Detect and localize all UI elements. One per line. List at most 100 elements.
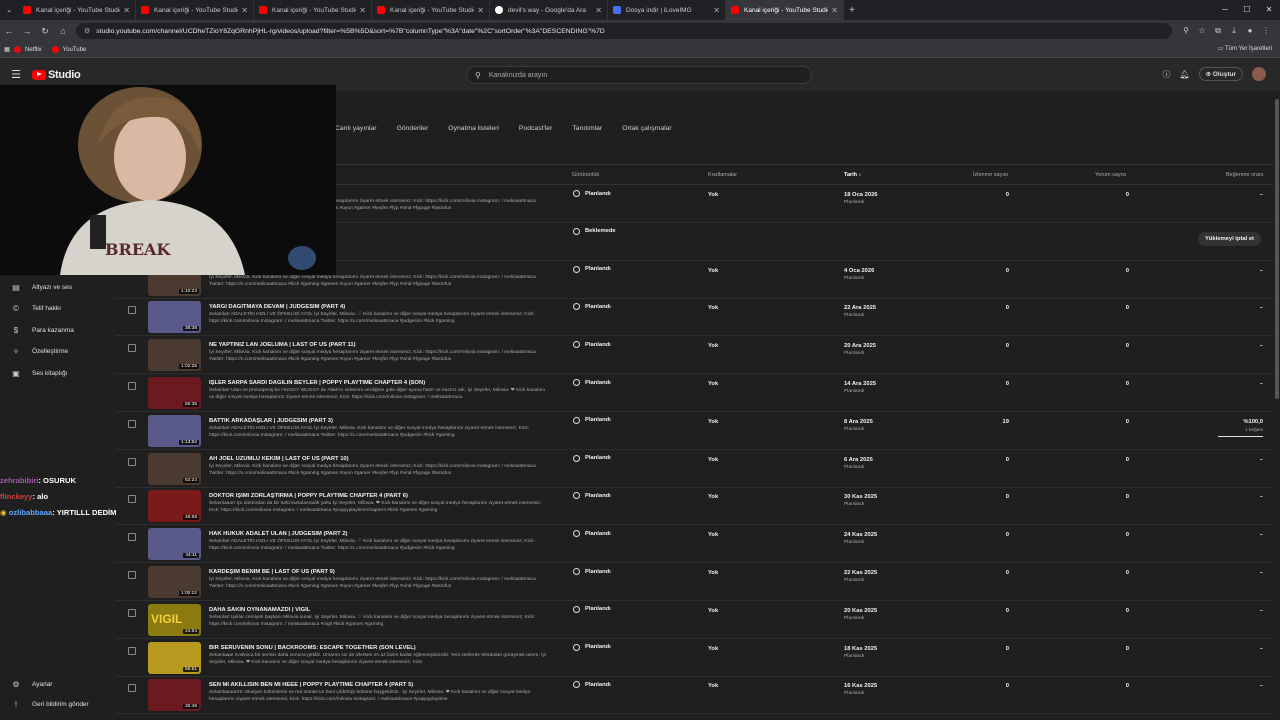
video-title[interactable]: DOKTOR İŞİMİ ZORLAŞTIRMA | POPPY PLAYTİM… <box>209 493 559 499</box>
video-thumbnail[interactable]: 53:24 <box>148 452 201 485</box>
bookmark-netflix[interactable]: Netflix <box>14 46 42 53</box>
browser-tab[interactable]: Kanal içeriği - YouTube Studio ✕ <box>372 0 490 20</box>
col-visibility[interactable]: Görünürlük <box>572 172 599 178</box>
browser-tab[interactable]: Dosya indir | iLoveIMG ✕ <box>608 0 726 20</box>
row-checkbox[interactable] <box>128 382 136 390</box>
video-thumbnail[interactable]: 46:59 <box>148 490 201 523</box>
table-row[interactable]: 35:46 SEN Mİ AKILLISIN BEN Mİ HEEE | POPP… <box>115 676 1273 715</box>
browser-tab[interactable]: Kanal içeriği - YouTube Studio ✕ <box>18 0 136 20</box>
notifications-bell-icon[interactable]: 🔔︎ <box>1179 70 1189 79</box>
video-thumbnail[interactable]: 44:11 <box>148 528 201 561</box>
sidebar-item[interactable]: © Telif hakkı <box>0 298 115 318</box>
row-checkbox[interactable] <box>128 571 136 579</box>
browser-tab[interactable]: Kanal içeriği - YouTube Studio ✕ <box>726 0 844 20</box>
bookmark-youtube[interactable]: YouTube <box>51 46 86 53</box>
visibility-status[interactable]: Planlandı <box>573 416 611 424</box>
forward-icon[interactable]: → <box>18 26 36 36</box>
close-tab-icon[interactable]: ✕ <box>595 6 602 15</box>
table-row[interactable]: 44:11 HAK HUKUK ADALET ULAN | JUDGESIM (P… <box>115 525 1273 564</box>
sidebar-item[interactable]: ▣ Ses kitaplığı <box>0 363 115 383</box>
video-thumbnail[interactable]: 38:38 <box>148 301 201 334</box>
zoom-icon[interactable]: ⚲ <box>1178 26 1194 36</box>
row-checkbox[interactable] <box>128 457 136 466</box>
bookmark-star-icon[interactable]: ☆ <box>1194 26 1210 36</box>
video-thumbnail[interactable]: 1:13:52 <box>148 414 201 447</box>
back-icon[interactable]: ← <box>0 26 18 36</box>
content-tab[interactable]: Ortak çalışmalar <box>622 125 671 132</box>
maximize-icon[interactable]: ☐ <box>1236 0 1258 20</box>
close-tab-icon[interactable]: ✕ <box>831 6 838 15</box>
visibility-status[interactable]: Planlandı <box>573 303 611 311</box>
visibility-status[interactable]: Planlandı <box>573 568 611 575</box>
table-row[interactable]: 1:00:22 KARDEŞİM BENİM BE | LAST OF US (P… <box>115 563 1273 601</box>
row-checkbox[interactable] <box>128 646 136 655</box>
visibility-status[interactable]: Planlandı <box>573 341 611 349</box>
close-tab-icon[interactable]: ✕ <box>713 6 720 15</box>
studio-logo[interactable]: Studio <box>32 69 81 81</box>
video-title[interactable]: SEN Mİ AKILLISIN BEN Mİ HEEE | POPPY PLA… <box>209 682 559 688</box>
video-title[interactable]: BATTIK ARKADAŞLAR | JUDGESIM (PART 3) <box>209 418 559 424</box>
table-row[interactable]: 56:35 İŞLER SARPA SARDI DAĞILIN BEYLER | … <box>115 374 1273 412</box>
all-bookmarks[interactable]: ▭ Tüm Yer İşaretleri <box>1218 45 1272 52</box>
profile-icon[interactable]: ● <box>1242 26 1258 36</box>
avatar[interactable] <box>1252 67 1266 81</box>
url-input[interactable]: ⚙ studio.youtube.com/channel/UCDheTZioY8… <box>76 23 1172 39</box>
content-tab[interactable]: Tanıtımlar <box>572 125 602 132</box>
sidebar-item[interactable]: ⚙ Ayarlar <box>0 674 115 694</box>
tab-search-icon[interactable]: ⌄ <box>0 6 18 14</box>
video-title[interactable]: BİR SERÜVENİN SONU | BACKROOMS: ESCAPE T… <box>209 645 559 651</box>
reload-icon[interactable]: ↻ <box>36 26 54 37</box>
content-tab[interactable]: Podcast'ler <box>519 125 552 132</box>
video-thumbnail[interactable]: 1:00:22 <box>148 566 201 598</box>
row-checkbox[interactable] <box>128 419 136 428</box>
row-checkbox[interactable] <box>128 495 136 504</box>
video-thumbnail[interactable]: 1:02:25 <box>148 339 201 372</box>
col-views[interactable]: İzlenme sayısı <box>973 172 1008 178</box>
col-likes[interactable]: Beğenme oranı <box>1226 172 1264 178</box>
table-row[interactable]: 58:51 BİR SERÜVENİN SONU | BACKROOMS: ESC… <box>115 639 1273 677</box>
content-tab[interactable]: Gönderiler <box>397 125 429 132</box>
channel-search-input[interactable]: ⚲ Kanalınızda arayın <box>466 66 812 84</box>
visibility-status[interactable]: Planlandı <box>573 265 611 273</box>
visibility-status[interactable]: Planlandı <box>573 605 611 613</box>
create-button[interactable]: ⊕ Oluştur <box>1198 67 1243 81</box>
table-row[interactable]: 53:24 AH JOEL ÜZÜMLÜ KEKİM | LAST OF US (… <box>115 450 1273 488</box>
video-title[interactable]: YARGI DAĞITMAYA DEVAM | JUDGESIM (PART 4… <box>209 304 559 310</box>
cancel-upload-button[interactable]: Yüklemeyi iptal et <box>1198 231 1261 246</box>
hamburger-menu-icon[interactable]: ☰ <box>0 68 32 81</box>
visibility-status[interactable]: Planlandı <box>573 454 611 462</box>
close-tab-icon[interactable]: ✕ <box>241 6 248 15</box>
menu-icon[interactable]: ⋮ <box>1258 26 1274 36</box>
browser-tab[interactable]: Kanal içeriği - YouTube Studio ✕ <box>136 0 254 20</box>
visibility-status[interactable]: Beklemede <box>573 227 616 235</box>
sidebar-item[interactable]: ▤ Altyazı ve ses <box>0 277 115 297</box>
sidebar-item[interactable]: $ Para kazanma <box>0 320 115 340</box>
visibility-status[interactable]: Planlandı <box>573 190 611 197</box>
video-title[interactable]: İŞLER SARPA SARDI DAĞILIN BEYLER | POPPY… <box>209 380 559 386</box>
scrollbar-thumb[interactable] <box>1275 99 1279 399</box>
table-row[interactable]: 38:38 YARGI DAĞITMAYA DEVAM | JUDGESIM (P… <box>115 298 1273 337</box>
video-thumbnail[interactable]: 56:35 <box>148 377 201 409</box>
sidebar-item[interactable]: ✧ Özelleştirme <box>0 341 115 361</box>
col-restrictions[interactable]: Kısıtlamalar <box>708 172 737 178</box>
col-comments[interactable]: Yorum sayısı <box>1095 172 1127 178</box>
row-checkbox[interactable] <box>128 306 136 315</box>
table-row[interactable]: 1:02:25 NE YAPTINIZ LAN JOELUMA | LAST OF… <box>115 336 1273 375</box>
apps-icon[interactable]: ▦ <box>0 46 14 53</box>
close-tab-icon[interactable]: ✕ <box>123 6 130 15</box>
row-checkbox[interactable] <box>128 533 136 542</box>
row-checkbox[interactable] <box>128 608 136 617</box>
visibility-status[interactable]: Planlandı <box>573 681 611 689</box>
close-tab-icon[interactable]: ✕ <box>477 6 484 15</box>
table-row[interactable]: 1:13:52 BATTIK ARKADAŞLAR | JUDGESIM (PAR… <box>115 412 1273 450</box>
video-title[interactable]: AH JOEL ÜZÜMLÜ KEKİM | LAST OF US (PART … <box>209 456 559 462</box>
video-title[interactable]: HAK HUKUK ADALET ULAN | JUDGESIM (PART 2… <box>209 531 559 537</box>
video-thumbnail[interactable]: 58:51 <box>148 641 201 674</box>
browser-tab[interactable]: devil's way - Google'da Ara ✕ <box>490 0 608 20</box>
extensions-icon[interactable]: ⧉ <box>1210 26 1226 36</box>
new-tab-button[interactable]: + <box>844 5 860 16</box>
help-icon[interactable]: ⓘ <box>1162 69 1170 80</box>
row-checkbox[interactable] <box>128 684 136 693</box>
visibility-status[interactable]: Planlandı <box>573 643 611 651</box>
site-info-icon[interactable]: ⚙ <box>84 27 90 35</box>
